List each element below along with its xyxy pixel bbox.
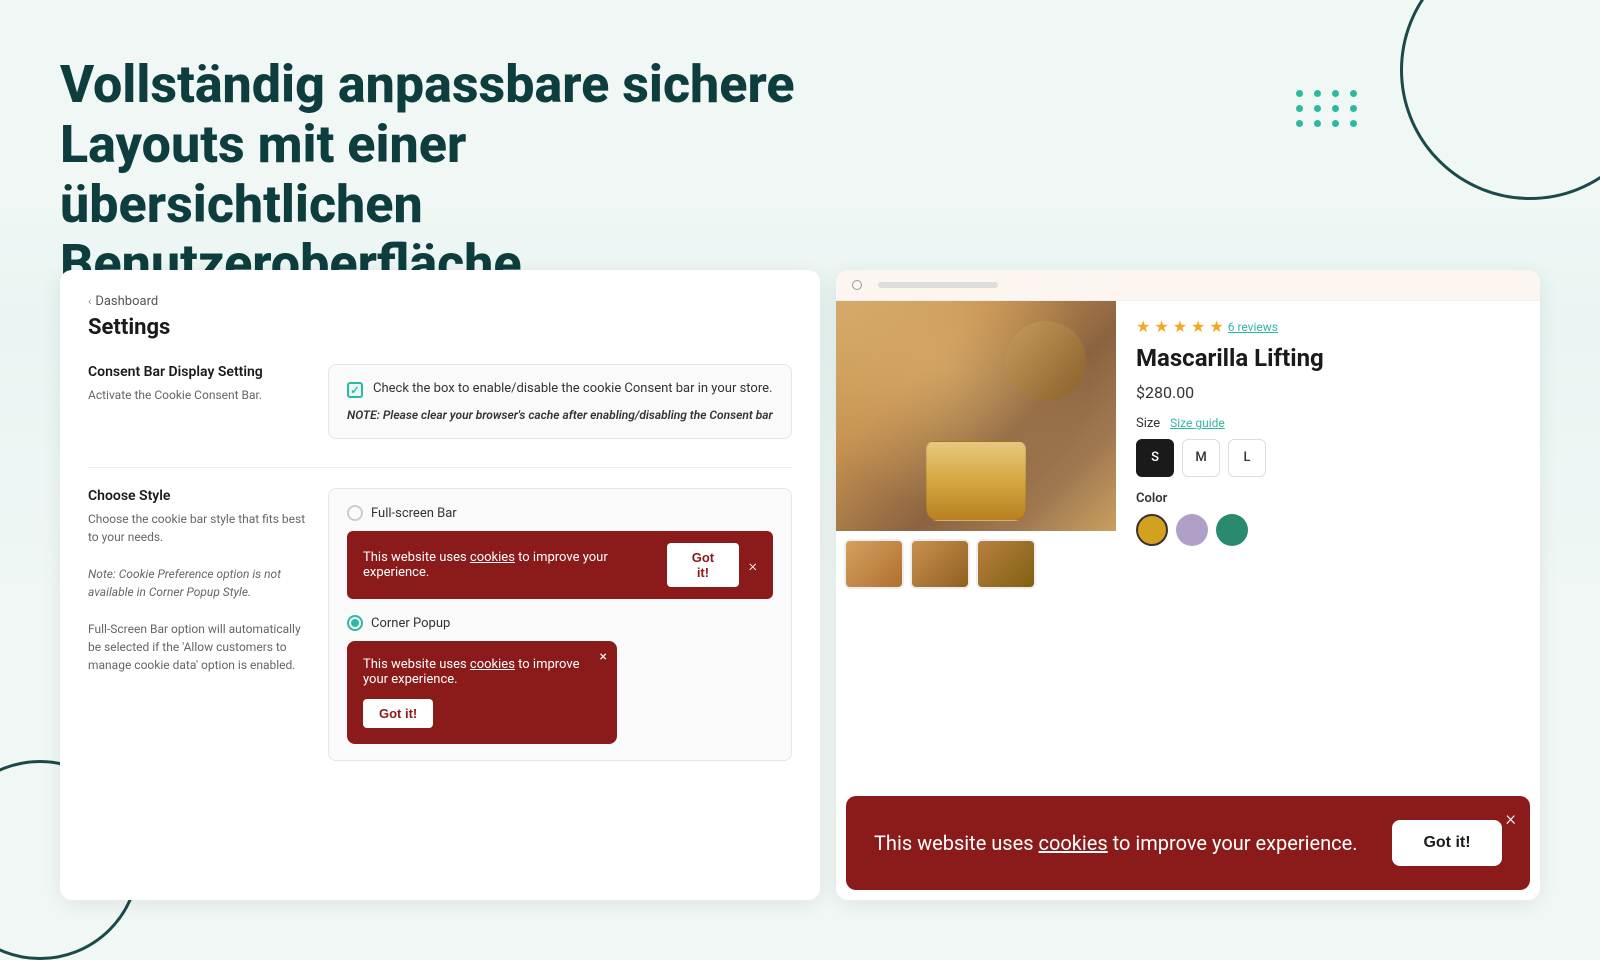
corner-popup-radio[interactable] [347,615,363,631]
consent-bar-label: Consent Bar Display Setting Activate the… [88,364,308,439]
radio-inner-dot [351,619,359,627]
product-main-image [836,301,1116,531]
settings-panel: ‹ Dashboard Settings Consent Bar Display… [60,270,820,900]
product-stars: ★ ★ ★ ★ ★ 6 reviews [1136,317,1520,336]
consent-checkbox-row: ✓ Check the box to enable/disable the co… [347,381,773,398]
color-swatch-teal[interactable] [1216,514,1248,546]
checkbox-check-icon: ✓ [350,384,359,397]
settings-title: Settings [88,315,792,340]
color-options [1136,514,1520,546]
consent-bar-content: ✓ Check the box to enable/disable the co… [328,364,792,439]
fullscreen-got-it-button[interactable]: Got it! [667,543,738,587]
star-4: ★ [1191,317,1205,336]
corner-popup-option[interactable]: Corner Popup [347,615,773,631]
choose-style-label-title: Choose Style [88,488,308,504]
product-thumbnails [836,531,1116,597]
consent-checkbox[interactable]: ✓ [347,382,363,398]
size-label-text: Size [1136,416,1160,431]
size-row: Size Size guide [1136,416,1520,431]
star-5: ★ [1209,317,1223,336]
choose-style-note1: Note: Cookie Preference option is not av… [88,565,308,601]
fullscreen-close-icon[interactable]: × [749,556,757,575]
fullscreen-bar-label: Full-screen Bar [371,506,457,521]
reviews-link[interactable]: 6 reviews [1228,320,1278,334]
fullscreen-bar-option[interactable]: Full-screen Bar [347,505,773,521]
star-1: ★ [1136,317,1150,336]
tab-dot [852,280,862,290]
popup-text: This website uses cookies to improve you… [363,657,601,687]
choose-style-label: Choose Style Choose the cookie bar style… [88,488,308,761]
product-name: Mascarilla Lifting [1136,344,1520,373]
fullscreen-bar-text: This website uses cookies to improve you… [363,550,667,580]
consent-bar-label-desc: Activate the Cookie Consent Bar. [88,386,308,404]
color-swatch-yellow[interactable] [1136,514,1168,546]
product-panel: ★ ★ ★ ★ ★ 6 reviews Mascarilla Lifting $… [836,270,1540,900]
color-swatch-lavender[interactable] [1176,514,1208,546]
popup-close-icon[interactable]: × [600,649,607,665]
fullscreen-bar-preview: This website uses cookies to improve you… [347,531,773,599]
cookie-overlay-close-icon[interactable]: × [1506,808,1516,828]
hero-title: Vollständig anpassbare sichere Layouts m… [60,55,810,294]
size-btn-m[interactable]: M [1182,439,1220,477]
corner-popup-label: Corner Popup [371,616,450,631]
size-btn-s[interactable]: S [1136,439,1174,477]
size-options: S M L [1136,439,1520,477]
size-guide-link[interactable]: Size guide [1170,416,1225,430]
star-2: ★ [1154,317,1168,336]
cookie-overlay-got-it-button[interactable]: Got it! [1392,820,1502,866]
choose-style-label-desc: Choose the cookie bar style that fits be… [88,510,308,546]
corner-popup-preview: × This website uses cookies to improve y… [347,641,617,744]
consent-bar-label-title: Consent Bar Display Setting [88,364,308,380]
decorative-circle-top-right [1400,0,1600,200]
cookie-overlay-link[interactable]: cookies [1039,831,1108,855]
product-jar-body [926,441,1026,521]
star-3: ★ [1173,317,1187,336]
popup-got-it-button[interactable]: Got it! [363,699,433,728]
main-content: ‹ Dashboard Settings Consent Bar Display… [60,270,1540,900]
choose-style-content: Full-screen Bar This website uses cookie… [328,488,792,761]
decorative-dots [1296,90,1360,127]
breadcrumb-link[interactable]: Dashboard [95,294,158,309]
breadcrumb[interactable]: ‹ Dashboard [88,294,792,309]
choose-style-note2: Full-Screen Bar option will automaticall… [88,620,308,674]
cookie-consent-overlay: × This website uses cookies to improve y… [846,796,1530,890]
consent-bar-section: Consent Bar Display Setting Activate the… [88,364,792,439]
breadcrumb-chevron-icon: ‹ [88,295,91,308]
product-price: $280.00 [1136,383,1520,402]
fullscreen-cookies-link[interactable]: cookies [470,550,515,565]
product-jar-lid [1006,321,1086,401]
choose-style-section: Choose Style Choose the cookie bar style… [88,488,792,761]
fullscreen-bar-actions: Got it! × [667,543,757,587]
section-divider [88,467,792,468]
fullscreen-radio[interactable] [347,505,363,521]
size-btn-l[interactable]: L [1228,439,1266,477]
product-thumb-1[interactable] [844,539,904,589]
consent-checkbox-label: Check the box to enable/disable the cook… [373,381,772,396]
hero-section: Vollständig anpassbare sichere Layouts m… [60,55,810,294]
consent-note: NOTE: Please clear your browser's cache … [347,408,773,422]
tab-bar [836,270,1540,301]
product-thumb-2[interactable] [910,539,970,589]
color-label: Color [1136,491,1520,506]
cookie-overlay-text: This website uses cookies to improve you… [874,829,1357,857]
popup-cookies-link[interactable]: cookies [470,657,515,672]
tab-bar-line [878,282,998,288]
product-thumb-3[interactable] [976,539,1036,589]
